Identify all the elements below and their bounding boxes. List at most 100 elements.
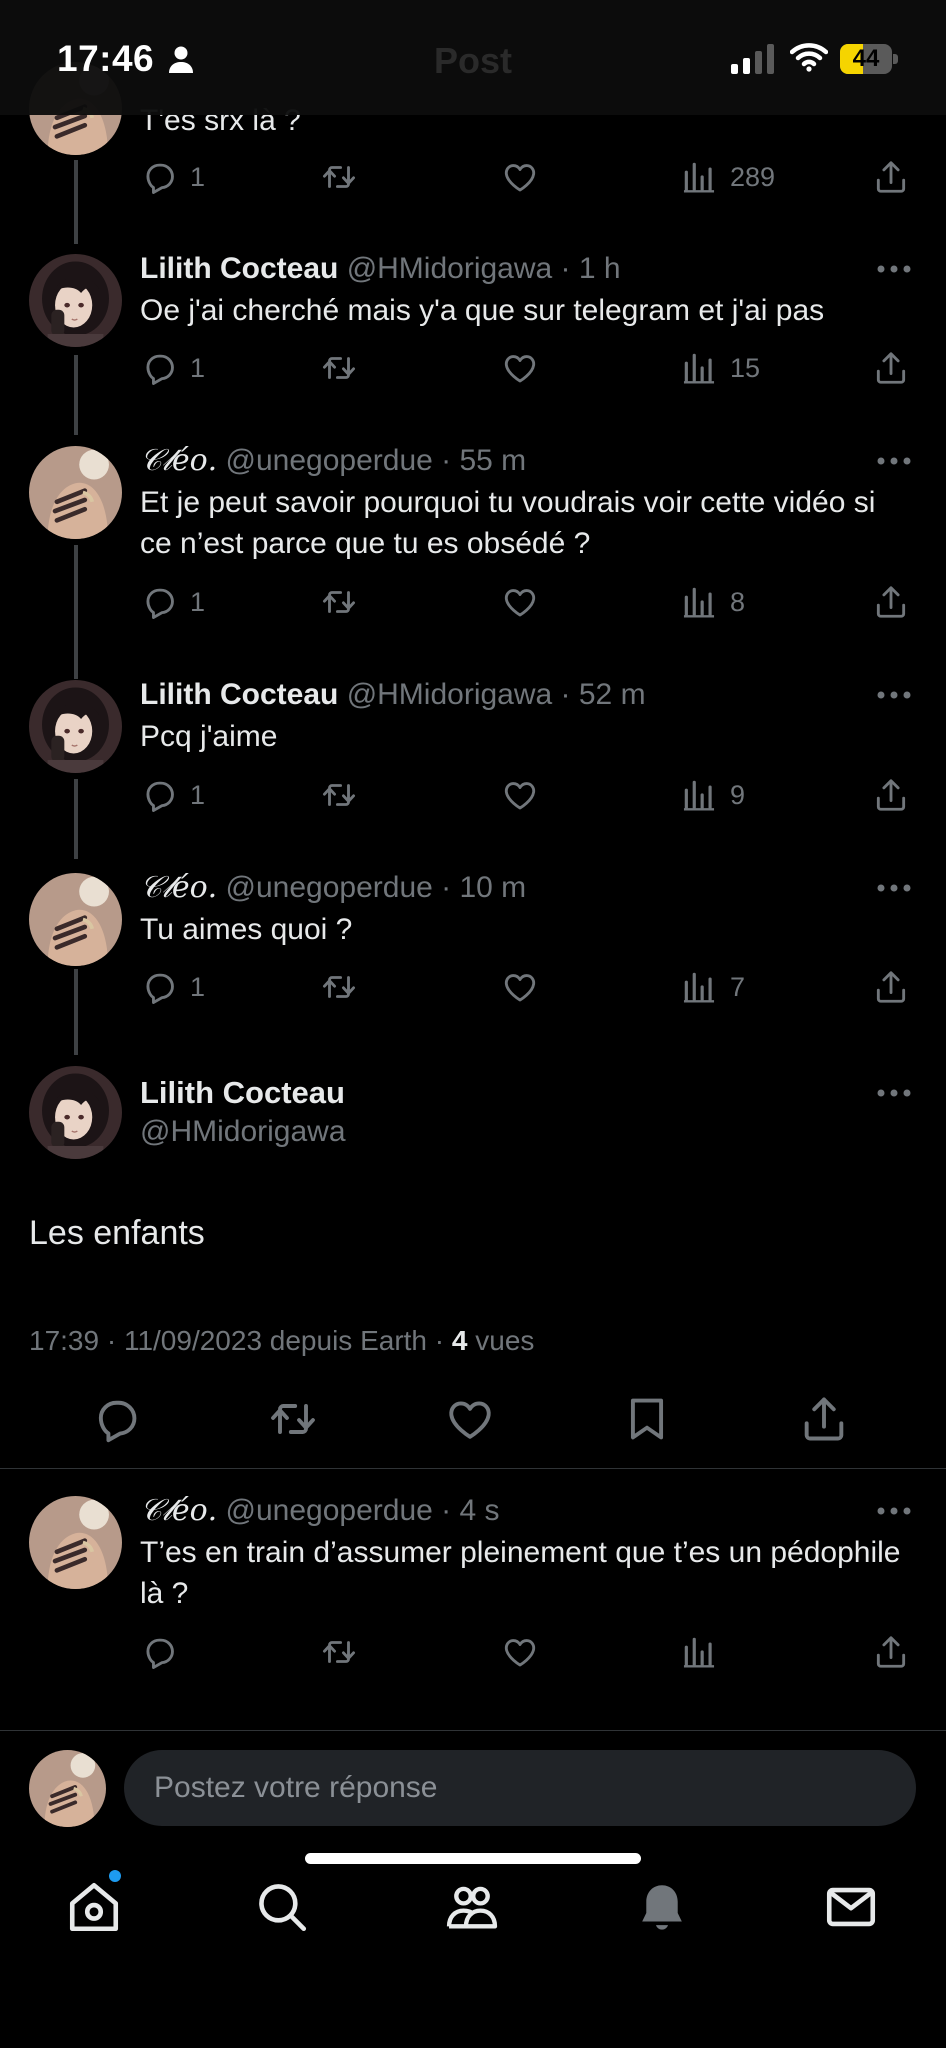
divider xyxy=(0,1468,946,1469)
retweet-button[interactable] xyxy=(320,580,358,624)
like-icon xyxy=(501,349,539,387)
avatar[interactable] xyxy=(29,680,122,773)
like-icon xyxy=(501,776,539,814)
reply-icon xyxy=(140,968,178,1006)
tweet-text: Oe j'ai cherché mais y'a que sur telegra… xyxy=(140,294,825,327)
avatar[interactable] xyxy=(29,873,122,966)
like-icon xyxy=(501,1633,539,1671)
reply-button[interactable]: 1 xyxy=(140,965,205,1009)
reply-button[interactable]: 1 xyxy=(140,773,205,817)
share-button[interactable] xyxy=(798,1393,850,1445)
home-icon[interactable] xyxy=(65,1878,123,1936)
notifications-icon[interactable] xyxy=(633,1878,691,1936)
retweet-button[interactable] xyxy=(320,773,358,817)
views-icon xyxy=(680,968,718,1006)
like-button[interactable] xyxy=(501,773,539,817)
retweet-button[interactable] xyxy=(320,1630,358,1674)
tweet-actions: 1 9 xyxy=(140,773,920,817)
more-icon[interactable] xyxy=(876,263,912,275)
views-count: 15 xyxy=(730,352,761,383)
more-icon[interactable] xyxy=(876,1087,912,1099)
views-count[interactable]: 4 xyxy=(452,1325,468,1356)
retweet-button[interactable] xyxy=(320,965,358,1009)
like-button[interactable] xyxy=(501,346,539,390)
retweet-button[interactable] xyxy=(267,1393,319,1445)
retweet-icon xyxy=(320,776,358,814)
like-button[interactable] xyxy=(444,1393,496,1445)
like-button[interactable] xyxy=(501,1630,539,1674)
views-button[interactable]: 8 xyxy=(680,580,745,624)
views-button[interactable]: 9 xyxy=(680,773,745,817)
views-count: 9 xyxy=(730,779,746,810)
tweet-timestamp: 17:39 · 11/09/2023 depuis Earth · xyxy=(29,1325,452,1356)
retweet-button[interactable] xyxy=(320,346,358,390)
share-button[interactable] xyxy=(872,1630,910,1674)
like-icon xyxy=(501,158,539,196)
bookmark-icon xyxy=(621,1393,673,1445)
views-count: 289 xyxy=(730,161,776,192)
thread-line xyxy=(74,355,78,435)
like-icon xyxy=(444,1393,496,1445)
tweet-actions: 1 7 xyxy=(140,965,920,1009)
avatar[interactable] xyxy=(29,254,122,347)
retweet-icon xyxy=(320,1633,358,1671)
divider xyxy=(0,1730,946,1731)
views-button[interactable]: 15 xyxy=(680,346,760,390)
reply-icon xyxy=(90,1393,142,1445)
reply-composer xyxy=(0,1732,946,1842)
author-name[interactable]: 𝒞𝓁é𝑜. xyxy=(140,443,217,478)
reply-button[interactable]: 1 xyxy=(140,346,205,390)
avatar[interactable] xyxy=(29,446,122,539)
more-icon[interactable] xyxy=(876,455,912,467)
bookmark-button[interactable] xyxy=(621,1393,673,1445)
reply-button[interactable] xyxy=(90,1393,142,1445)
share-button[interactable] xyxy=(872,773,910,817)
tweet-header: 𝒞𝓁é𝑜. @unegoperdue · 10 m xyxy=(140,868,526,908)
battery-icon: 44 xyxy=(840,44,898,74)
author-name[interactable]: Lilith Cocteau xyxy=(140,678,338,711)
share-icon xyxy=(872,158,910,196)
my-avatar[interactable] xyxy=(29,1750,106,1827)
author-handle[interactable]: @HMidorigawa xyxy=(140,1112,346,1152)
views-label: vues xyxy=(467,1325,535,1356)
reply-button[interactable] xyxy=(140,1630,178,1674)
views-icon xyxy=(680,158,718,196)
communities-icon[interactable] xyxy=(443,1878,501,1936)
views-button[interactable] xyxy=(680,1630,718,1674)
retweet-icon xyxy=(320,583,358,621)
reply-button[interactable]: 1 xyxy=(140,580,205,624)
author-name[interactable]: Lilith Cocteau xyxy=(140,1073,345,1113)
reply-button[interactable]: 1 xyxy=(140,155,205,199)
search-icon[interactable] xyxy=(253,1878,311,1936)
author-name[interactable]: 𝒞𝓁é𝑜. xyxy=(140,870,217,905)
tweet-actions: 1 8 xyxy=(140,580,920,624)
views-button[interactable]: 7 xyxy=(680,965,745,1009)
more-icon[interactable] xyxy=(876,1505,912,1517)
thread-line xyxy=(74,969,78,1055)
like-icon xyxy=(501,583,539,621)
share-button[interactable] xyxy=(872,580,910,624)
reply-icon xyxy=(140,158,178,196)
retweet-button[interactable] xyxy=(320,155,358,199)
share-icon xyxy=(872,968,910,1006)
author-handle: @unegoperdue · 55 m xyxy=(225,444,527,477)
more-icon[interactable] xyxy=(876,882,912,894)
views-icon xyxy=(680,1633,718,1671)
share-button[interactable] xyxy=(872,155,910,199)
signal-icon xyxy=(731,44,774,74)
reply-icon xyxy=(140,776,178,814)
views-button[interactable]: 289 xyxy=(680,155,775,199)
tweet-text: Et je peut savoir pourquoi tu voudrais v… xyxy=(140,486,876,560)
author-name[interactable]: Lilith Cocteau xyxy=(140,252,338,285)
reply-input[interactable] xyxy=(124,1750,916,1826)
share-button[interactable] xyxy=(872,965,910,1009)
avatar[interactable] xyxy=(29,1496,122,1589)
share-button[interactable] xyxy=(872,346,910,390)
more-icon[interactable] xyxy=(876,689,912,701)
avatar[interactable] xyxy=(29,1066,122,1159)
author-name[interactable]: 𝒞𝓁é𝑜. xyxy=(140,1493,217,1528)
like-button[interactable] xyxy=(501,965,539,1009)
like-button[interactable] xyxy=(501,155,539,199)
like-button[interactable] xyxy=(501,580,539,624)
messages-icon[interactable] xyxy=(822,1878,880,1936)
